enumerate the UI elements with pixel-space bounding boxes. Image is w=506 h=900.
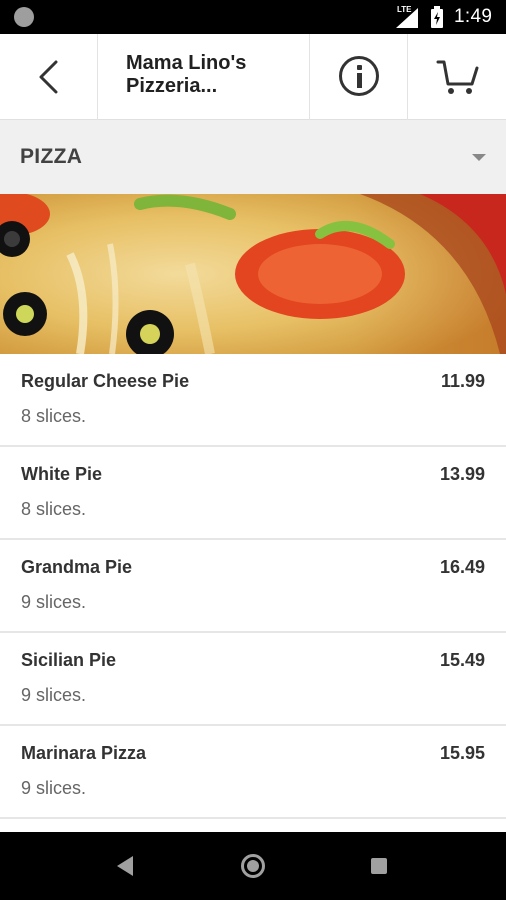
item-price: 16.49: [439, 557, 485, 577]
nav-home-icon[interactable]: [241, 854, 265, 878]
nav-recents-icon[interactable]: [371, 858, 387, 874]
item-price: 11.99: [440, 371, 485, 391]
status-bar: LTE 1:49: [0, 0, 506, 34]
back-arrow-icon: [39, 60, 58, 94]
system-nav-bar: [0, 832, 506, 900]
menu-item[interactable]: Grandma Pie 16.49 9 slices.: [0, 540, 506, 633]
title-area: Mama Lino's Pizzeria...: [98, 34, 310, 120]
nav-back-icon[interactable]: [117, 856, 133, 876]
signal-icon: [396, 8, 418, 28]
cart-button[interactable]: [408, 34, 506, 120]
item-description: 9 slices.: [21, 685, 87, 705]
menu-item[interactable]: Sicilian Pie 15.49 9 slices.: [0, 633, 506, 726]
app-header: Mama Lino's Pizzeria...: [0, 34, 506, 120]
item-description: 8 slices.: [21, 406, 87, 426]
item-description: 8 slices.: [21, 499, 87, 519]
menu-item[interactable]: White Pie 13.99 8 slices.: [0, 447, 506, 540]
category-dropdown[interactable]: PIZZA: [0, 120, 506, 194]
clock: 1:49: [454, 6, 493, 27]
notification-icon: [14, 7, 34, 27]
category-label: PIZZA: [20, 145, 83, 168]
pizza-banner-image: [0, 194, 506, 354]
dropdown-caret-icon: [472, 154, 486, 161]
menu-list: Regular Cheese Pie 11.99 8 slices. White…: [0, 354, 506, 819]
item-price: 13.99: [439, 464, 485, 484]
item-name: Marinara Pizza: [21, 743, 147, 763]
menu-item[interactable]: Regular Cheese Pie 11.99 8 slices.: [0, 354, 506, 447]
menu-item[interactable]: Marinara Pizza 15.95 9 slices.: [0, 726, 506, 819]
battery-icon: [431, 6, 443, 28]
item-name: White Pie: [21, 464, 103, 484]
back-button[interactable]: [0, 34, 98, 120]
item-price: 15.95: [439, 743, 485, 763]
item-name: Grandma Pie: [21, 557, 133, 577]
item-description: 9 slices.: [21, 592, 87, 612]
info-button[interactable]: [310, 34, 408, 120]
restaurant-title: Mama Lino's Pizzeria...: [126, 52, 247, 97]
pizza-photo: [0, 194, 506, 354]
item-name: Sicilian Pie: [21, 650, 117, 670]
cart-icon: [436, 60, 479, 94]
item-price: 15.49: [439, 650, 485, 670]
item-description: 9 slices.: [21, 778, 87, 798]
item-name: Regular Cheese Pie: [21, 371, 190, 391]
info-icon: [339, 56, 379, 96]
